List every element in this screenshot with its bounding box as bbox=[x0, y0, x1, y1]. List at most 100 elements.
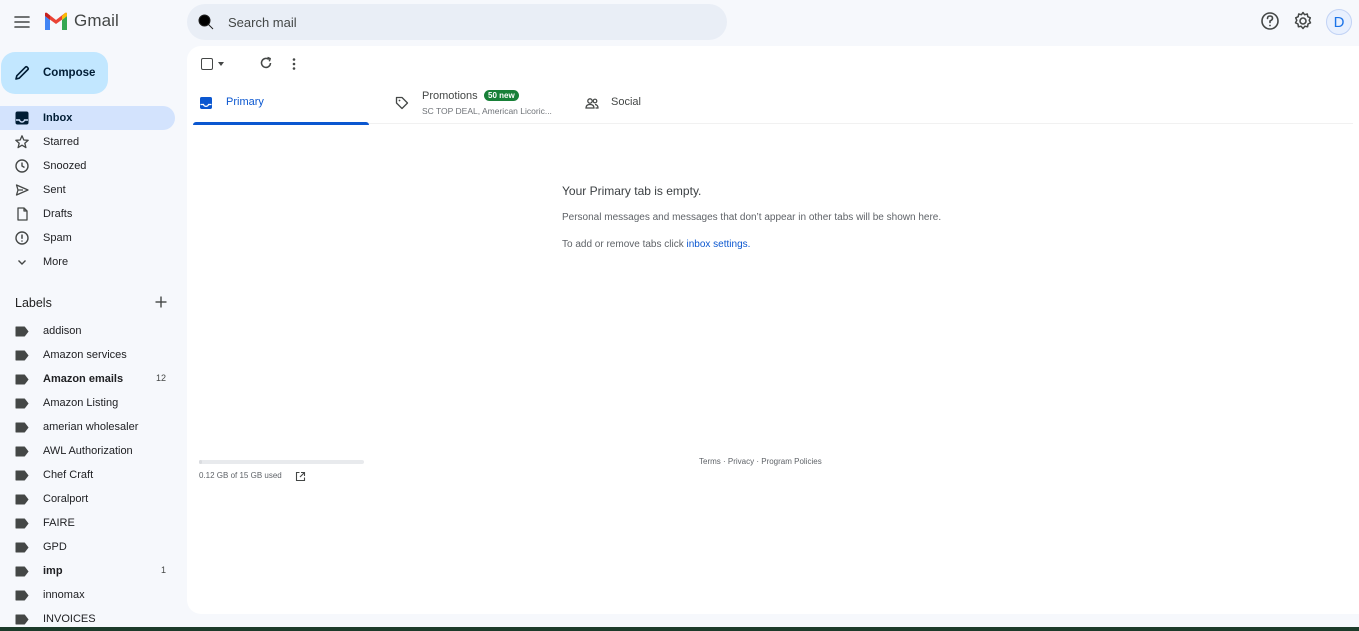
select-dropdown-caret-icon[interactable] bbox=[218, 62, 224, 66]
search-options-icon[interactable] bbox=[696, 12, 716, 32]
inbox-settings-link[interactable]: inbox settings. bbox=[687, 239, 751, 250]
label-count: 1 bbox=[160, 565, 166, 575]
sidebar-item-spam[interactable]: Spam bbox=[0, 226, 175, 250]
taskbar-strip bbox=[0, 627, 1359, 631]
tab-title: Promotions bbox=[422, 90, 478, 102]
label-item-chef-craft[interactable]: Chef Craft bbox=[0, 463, 175, 487]
gmail-logo[interactable]: Gmail bbox=[44, 11, 119, 31]
footer-separator: · bbox=[720, 457, 728, 466]
labels-heading: Labels bbox=[15, 296, 52, 310]
label-item-amerian-wholesaler[interactable]: amerian wholesaler bbox=[0, 415, 175, 439]
help-icon[interactable] bbox=[1259, 10, 1281, 32]
pencil-icon bbox=[15, 65, 30, 80]
label-count: 12 bbox=[155, 373, 166, 383]
footer-links: Terms · Privacy · Program Policies bbox=[699, 457, 822, 466]
star-icon bbox=[15, 135, 29, 149]
label-item-amazon-services[interactable]: Amazon services bbox=[0, 343, 175, 367]
new-count-badge: 50 new bbox=[484, 90, 519, 101]
label-name: Amazon Listing bbox=[43, 397, 119, 409]
label-name: innomax bbox=[43, 589, 85, 601]
sidebar-item-drafts[interactable]: Drafts bbox=[0, 202, 175, 226]
label-tag-icon bbox=[15, 542, 29, 553]
people-icon bbox=[585, 98, 599, 109]
sidebar-item-inbox[interactable]: Inbox bbox=[0, 106, 175, 130]
tab-social[interactable]: Social bbox=[579, 84, 699, 124]
privacy-link[interactable]: Privacy bbox=[728, 457, 754, 466]
tab-title: Primary bbox=[226, 96, 264, 108]
label-item-amazon-listing[interactable]: Amazon Listing bbox=[0, 391, 175, 415]
label-item-coralport[interactable]: Coralport bbox=[0, 487, 175, 511]
label-name: FAIRE bbox=[43, 517, 75, 529]
tab-subtitle: SC TOP DEAL, American Licoric... bbox=[422, 106, 552, 116]
empty-heading: Your Primary tab is empty. bbox=[562, 184, 702, 198]
sidebar-item-snoozed[interactable]: Snoozed bbox=[0, 154, 175, 178]
more-vertical-icon[interactable] bbox=[292, 57, 296, 71]
search-icon[interactable] bbox=[196, 12, 216, 32]
label-tag-icon bbox=[15, 398, 29, 409]
storage-usage-text: 0.12 GB of 15 GB used bbox=[199, 471, 282, 480]
label-tag-icon bbox=[15, 470, 29, 481]
label-tag-icon bbox=[15, 518, 29, 529]
label-item-amazon-emails[interactable]: Amazon emails 12 bbox=[0, 367, 175, 391]
settings-gear-icon[interactable] bbox=[1292, 10, 1314, 32]
search-input[interactable] bbox=[228, 7, 696, 37]
label-name: imp bbox=[43, 565, 63, 577]
label-item-awl-authorization[interactable]: AWL Authorization bbox=[0, 439, 175, 463]
storage-meter bbox=[199, 460, 364, 464]
clock-icon bbox=[15, 159, 29, 173]
compose-button[interactable]: Compose bbox=[1, 52, 108, 94]
empty-state: Your Primary tab is empty. Personal mess… bbox=[562, 184, 941, 250]
inbox-icon bbox=[200, 97, 212, 109]
label-name: addison bbox=[43, 325, 82, 337]
select-all-checkbox[interactable] bbox=[201, 58, 213, 70]
label-tag-icon bbox=[15, 614, 29, 625]
sidebar-item-sent[interactable]: Sent bbox=[0, 178, 175, 202]
top-header: Gmail D bbox=[0, 0, 1359, 46]
sidebar-item-label: Sent bbox=[43, 184, 66, 196]
chevron-down-icon bbox=[18, 260, 26, 265]
label-tag-icon bbox=[15, 566, 29, 577]
label-name: GPD bbox=[43, 541, 67, 553]
refresh-icon[interactable] bbox=[259, 56, 273, 70]
account-avatar[interactable]: D bbox=[1326, 9, 1352, 35]
label-name: AWL Authorization bbox=[43, 445, 133, 457]
storage-meter-fill bbox=[199, 460, 203, 464]
file-icon bbox=[17, 207, 28, 221]
label-item-faire[interactable]: FAIRE bbox=[0, 511, 175, 535]
label-name: amerian wholesaler bbox=[43, 421, 139, 433]
program-policies-link[interactable]: Program Policies bbox=[761, 457, 821, 466]
inbox-icon bbox=[15, 111, 29, 125]
sidebar-item-more[interactable]: More bbox=[0, 250, 175, 274]
label-name: Chef Craft bbox=[43, 469, 94, 481]
main-menu-button[interactable] bbox=[11, 11, 33, 33]
sidebar-item-label: Inbox bbox=[43, 112, 73, 124]
sidebar-item-label: Drafts bbox=[43, 208, 73, 220]
avatar-letter: D bbox=[1333, 13, 1345, 31]
label-item-imp[interactable]: imp 1 bbox=[0, 559, 175, 583]
sidebar-item-label: Spam bbox=[43, 232, 72, 244]
app-name: Gmail bbox=[74, 11, 119, 30]
sidebar-nav: Inbox Starred Snoozed Sent Drafts Spam M… bbox=[0, 106, 175, 274]
inbox-tabs: Primary Promotions 50 new SC TOP DEAL, A… bbox=[193, 84, 1353, 125]
label-item-addison[interactable]: addison bbox=[0, 319, 175, 343]
sidebar-item-label: More bbox=[43, 256, 69, 268]
menu-icon bbox=[14, 16, 30, 28]
empty-description: Personal messages and messages that don’… bbox=[562, 212, 942, 223]
open-external-icon[interactable] bbox=[295, 471, 306, 482]
label-tag-icon bbox=[15, 350, 29, 361]
sidebar-item-label: Snoozed bbox=[43, 160, 87, 172]
label-name: Amazon emails bbox=[43, 373, 124, 385]
label-item-innomax[interactable]: innomax bbox=[0, 583, 175, 607]
terms-link[interactable]: Terms bbox=[699, 457, 721, 466]
tab-primary[interactable]: Primary bbox=[193, 84, 369, 125]
tab-title: Social bbox=[611, 96, 641, 108]
label-item-gpd[interactable]: GPD bbox=[0, 535, 175, 559]
compose-label: Compose bbox=[43, 67, 96, 79]
add-label-plus-icon[interactable] bbox=[154, 295, 168, 309]
sidebar-item-starred[interactable]: Starred bbox=[0, 130, 175, 154]
tab-promotions[interactable]: Promotions 50 new SC TOP DEAL, American … bbox=[389, 84, 569, 124]
search-bar[interactable] bbox=[187, 4, 727, 40]
hint-text: To add or remove tabs click bbox=[562, 239, 687, 250]
send-icon bbox=[15, 184, 29, 196]
empty-tabs-hint: To add or remove tabs click inbox settin… bbox=[562, 239, 941, 250]
